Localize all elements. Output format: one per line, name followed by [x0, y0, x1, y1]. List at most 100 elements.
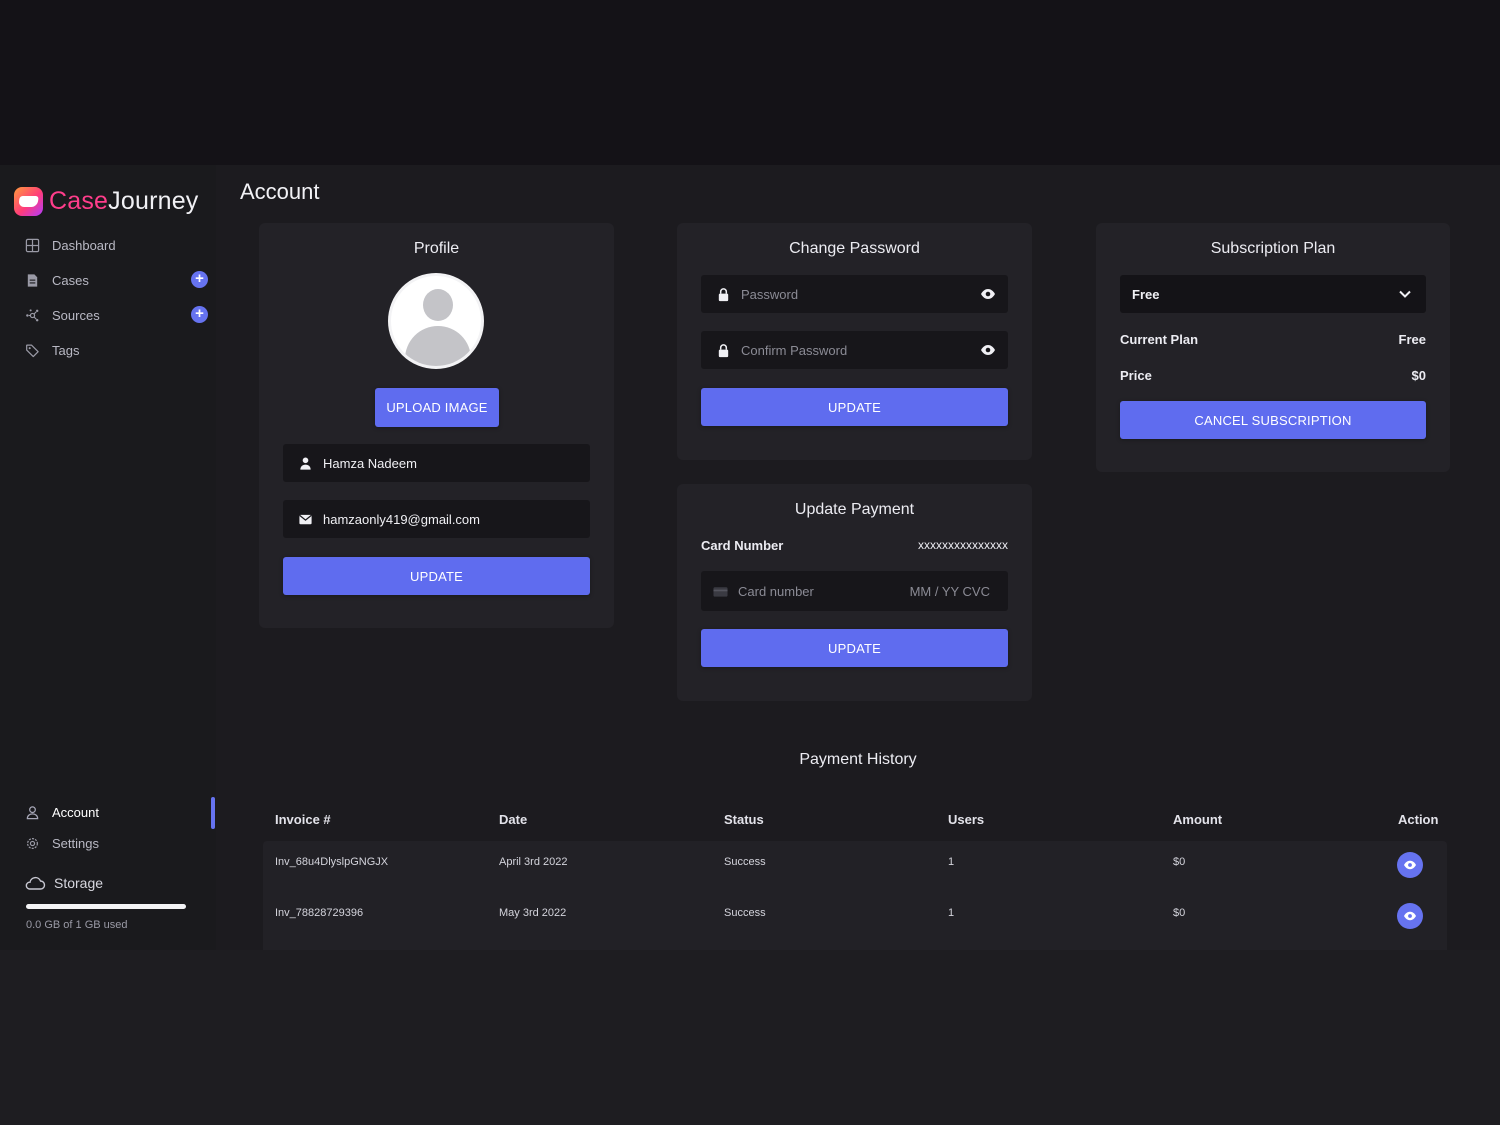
view-invoice-button[interactable] — [1397, 903, 1423, 929]
price-value: $0 — [1411, 368, 1426, 383]
sidebar-item-dashboard[interactable]: Dashboard — [24, 234, 116, 256]
storage-progress-bar — [26, 904, 186, 909]
cloud-icon — [25, 876, 46, 890]
eye-icon — [1404, 911, 1416, 921]
payment-history-title: Payment History — [799, 751, 917, 768]
password-input[interactable]: Password — [701, 275, 1008, 313]
sidebar-item-settings[interactable]: Settings — [24, 832, 99, 854]
sidebar-item-cases[interactable]: Cases — [24, 269, 89, 291]
email-field[interactable]: hamzaonly419@gmail.com — [283, 500, 590, 538]
sidebar-item-sources[interactable]: Sources — [24, 304, 100, 326]
gear-icon — [24, 835, 40, 851]
logo-mark-icon — [14, 187, 43, 216]
logo[interactable]: CaseJourney — [14, 187, 199, 216]
upload-image-button[interactable]: UPLOAD IMAGE — [375, 388, 499, 427]
sidebar-item-label: Settings — [52, 835, 99, 851]
add-case-button[interactable]: + — [191, 271, 208, 288]
invoice-cell: Inv_78828729396 — [275, 907, 364, 919]
plan-select-value: Free — [1132, 286, 1160, 302]
cancel-subscription-button[interactable]: CANCEL SUBSCRIPTION — [1120, 401, 1426, 439]
lock-icon — [715, 286, 731, 302]
current-plan-value: Free — [1398, 332, 1426, 347]
chevron-down-icon — [1399, 290, 1411, 298]
sources-network-icon — [24, 307, 40, 323]
sidebar-item-label: Account — [52, 804, 99, 820]
date-cell: May 3rd 2022 — [499, 907, 567, 919]
change-password-card: Change Password Password Confirm Passwor… — [677, 223, 1032, 460]
status-cell: Success — [724, 907, 766, 919]
sidebar-item-account[interactable]: Account — [24, 801, 99, 823]
users-cell: 1 — [948, 907, 955, 919]
profile-card: Profile UPLOAD IMAGE Hamza Nadeem hamzao… — [259, 223, 614, 628]
date-cell: April 3rd 2022 — [499, 856, 568, 868]
invoice-cell: Inv_68u4DlyslpGNGJX — [275, 856, 389, 868]
change-password-card-title: Change Password — [789, 240, 920, 257]
sidebar-item-label: Dashboard — [52, 237, 116, 253]
column-header-status: Status — [724, 812, 764, 827]
page-title: Account — [240, 179, 320, 204]
active-indicator — [211, 797, 215, 829]
column-header-invoice: Invoice # — [275, 812, 331, 827]
payment-update-button[interactable]: UPDATE — [701, 629, 1008, 667]
column-header-users: Users — [948, 812, 985, 827]
case-file-icon — [24, 272, 40, 288]
confirm-password-input[interactable]: Confirm Password — [701, 331, 1008, 369]
subscription-card-title: Subscription Plan — [1210, 240, 1336, 257]
current-plan-label: Current Plan — [1120, 332, 1199, 347]
status-cell: Success — [724, 856, 766, 868]
expiry-cvc-placeholder: MM / YY CVC — [909, 583, 990, 599]
column-header-date: Date — [499, 812, 528, 827]
users-cell: 1 — [948, 856, 955, 868]
amount-cell: $0 — [1173, 907, 1186, 919]
sidebar-item-label: Sources — [52, 307, 100, 323]
credit-card-icon — [712, 583, 728, 599]
price-label: Price — [1120, 368, 1152, 383]
storage-section: Storage — [24, 875, 103, 891]
password-update-button[interactable]: UPDATE — [701, 388, 1008, 426]
logo-text-case: Case — [49, 187, 109, 215]
envelope-icon — [297, 511, 313, 527]
avatar-head — [423, 289, 453, 321]
eye-icon — [1404, 860, 1416, 870]
name-field[interactable]: Hamza Nadeem — [283, 444, 590, 482]
confirm-password-placeholder: Confirm Password — [741, 342, 848, 358]
password-placeholder: Password — [741, 286, 799, 302]
column-header-amount: Amount — [1173, 812, 1223, 827]
sidebar-item-label: Cases — [52, 272, 89, 288]
user-icon — [24, 804, 40, 820]
sidebar: CaseJourney Dashboard Cases + Sources + — [0, 165, 216, 950]
logo-text-journey: Journey — [108, 187, 199, 215]
update-payment-card-title: Update Payment — [794, 501, 915, 518]
show-password-eye-icon[interactable] — [980, 288, 996, 300]
bottom-backdrop — [0, 950, 1500, 1125]
column-header-action: Action — [1398, 812, 1439, 827]
update-payment-card: Update Payment Card Number xxxxxxxxxxxxx… — [677, 484, 1032, 701]
payment-history-table-body: Inv_68u4DlyslpGNGJX April 3rd 2022 Succe… — [263, 841, 1447, 950]
profile-card-title: Profile — [413, 240, 460, 257]
storage-label: Storage — [54, 875, 104, 891]
card-number-placeholder: Card number — [738, 583, 814, 599]
avatar-placeholder-icon — [388, 273, 484, 369]
plan-select[interactable]: Free — [1120, 275, 1426, 313]
sidebar-item-tags[interactable]: Tags — [24, 339, 79, 361]
card-number-masked-value: xxxxxxxxxxxxxxx — [918, 538, 1008, 552]
storage-usage-text: 0.0 GB of 1 GB used — [26, 919, 128, 931]
lock-icon — [715, 342, 731, 358]
logo-text: CaseJourney — [49, 187, 199, 216]
user-icon — [297, 455, 313, 471]
add-source-button[interactable]: + — [191, 306, 208, 323]
avatar-body — [405, 326, 471, 366]
show-confirm-password-eye-icon[interactable] — [980, 344, 996, 356]
sidebar-item-label: Tags — [52, 342, 80, 358]
email-value: hamzaonly419@gmail.com — [323, 511, 480, 527]
amount-cell: $0 — [1173, 856, 1186, 868]
storage-progress-fill — [26, 904, 186, 909]
dashboard-grid-icon — [24, 237, 40, 253]
profile-update-button[interactable]: UPDATE — [283, 557, 590, 595]
app-window: CaseJourney Dashboard Cases + Sources + — [0, 165, 1500, 950]
card-number-label: Card Number — [701, 538, 784, 553]
card-number-input[interactable]: Card number MM / YY CVC — [701, 571, 1008, 611]
view-invoice-button[interactable] — [1397, 852, 1423, 878]
name-value: Hamza Nadeem — [323, 455, 417, 471]
tag-icon — [24, 342, 40, 358]
